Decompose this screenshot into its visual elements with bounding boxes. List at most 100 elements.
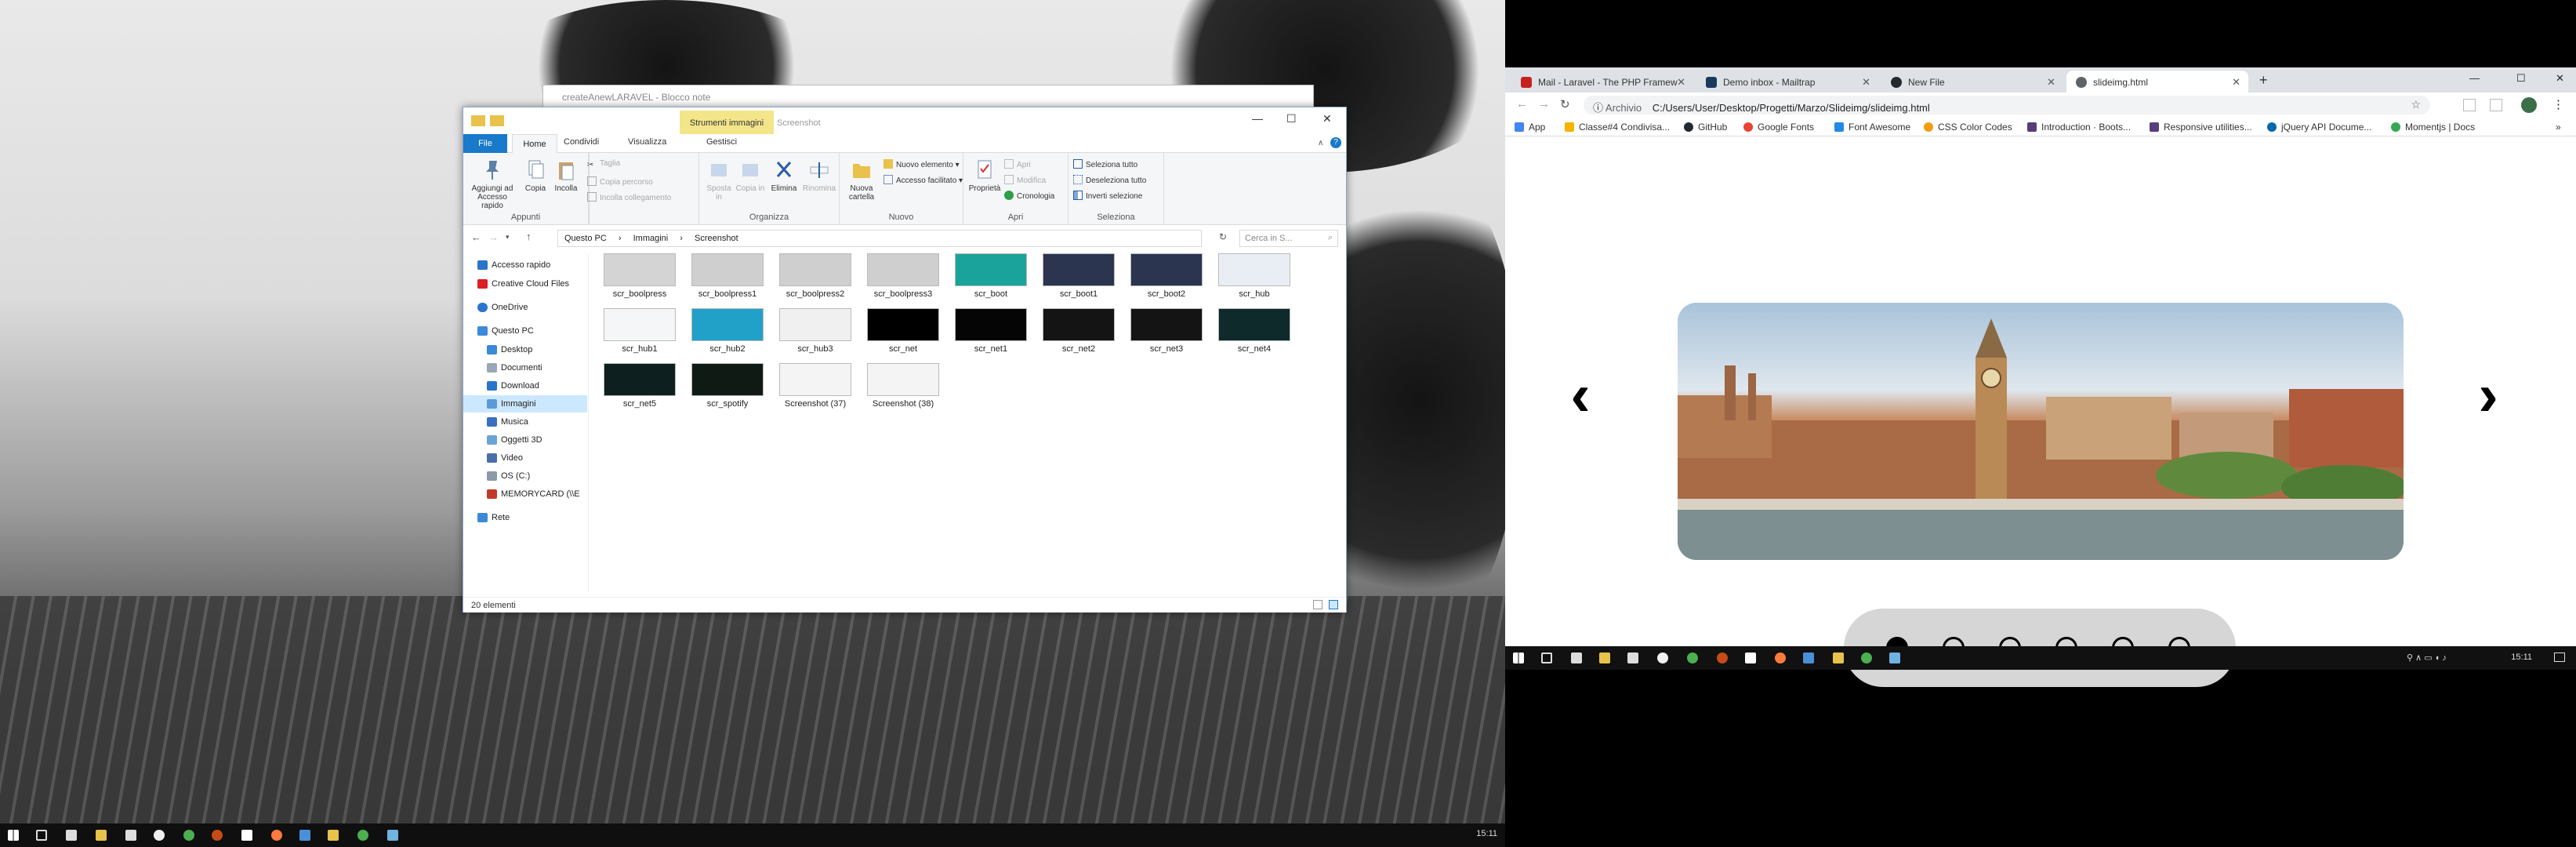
forward-arrow-icon[interactable]: → <box>1538 97 1550 111</box>
avatar[interactable] <box>2521 97 2537 113</box>
tab-file[interactable]: File <box>463 134 507 153</box>
next-arrow-icon[interactable]: › <box>2473 365 2504 427</box>
file-item[interactable]: scr_net <box>860 308 946 358</box>
bookmark-jquery[interactable]: jQuery API Docume... <box>2267 122 2371 133</box>
taskbar-clock[interactable]: 15:11 <box>1476 829 1497 838</box>
bookmark-classe4[interactable]: Classe#4 Condivisa... <box>1565 122 1670 133</box>
app-icon[interactable] <box>1861 653 1872 663</box>
select-none-button[interactable]: Deseleziona tutto <box>1073 175 1146 185</box>
delete-button[interactable]: Elimina <box>768 158 800 193</box>
paste-button[interactable]: Incolla <box>551 158 581 193</box>
close-icon[interactable]: ✕ <box>1322 112 1332 125</box>
open-button[interactable]: Apri <box>1004 159 1031 169</box>
close-tab-icon[interactable]: ✕ <box>2047 76 2055 89</box>
paste-link-button[interactable]: Incolla collegamento <box>587 192 671 202</box>
file-item[interactable]: scr_hub <box>1211 253 1297 304</box>
copy-button[interactable]: Copia <box>521 158 550 193</box>
tab-slideimg[interactable]: slideimg.html ✕ <box>2066 71 2248 93</box>
up-arrow-icon[interactable]: ↑ <box>526 231 532 242</box>
task-view-icon[interactable] <box>1541 653 1552 663</box>
tab-share[interactable]: Condividi <box>564 137 599 147</box>
close-tab-icon[interactable]: ✕ <box>1862 76 1870 89</box>
chrome-icon[interactable] <box>154 830 165 841</box>
close-icon[interactable]: ✕ <box>2556 72 2564 85</box>
breadcrumb-pictures[interactable]: Immagini <box>633 234 669 243</box>
chevron-up-icon[interactable]: ∧ <box>1318 139 1323 147</box>
tab-manage[interactable]: Gestisci <box>706 137 737 147</box>
browser-icon[interactable] <box>271 830 282 841</box>
notepad-icon[interactable] <box>1889 653 1900 663</box>
close-tab-icon[interactable]: ✕ <box>1677 76 1685 89</box>
chrome-dev-icon[interactable] <box>183 830 194 841</box>
folder-icon[interactable] <box>328 830 339 841</box>
tab-view[interactable]: Visualizza <box>628 137 666 147</box>
tab-mailtrap[interactable]: Demo inbox - Mailtrap ✕ <box>1696 71 1878 93</box>
minimize-icon[interactable]: — <box>1252 112 1263 125</box>
history-button[interactable]: Cronologia <box>1004 191 1054 201</box>
store-icon[interactable] <box>125 830 136 841</box>
nav-network[interactable]: Rete <box>463 509 587 526</box>
bookmark-momentjs[interactable]: Momentjs | Docs <box>2391 122 2475 133</box>
address-bar[interactable]: Questo PC › Immagini › Screenshot <box>557 230 1202 247</box>
maximize-icon[interactable]: ☐ <box>2516 72 2526 85</box>
file-item[interactable]: scr_hub2 <box>684 308 771 358</box>
shield-icon[interactable] <box>299 830 310 841</box>
new-tab-icon[interactable]: + <box>2259 72 2268 89</box>
file-item[interactable]: scr_boolpress3 <box>860 253 946 304</box>
easy-access-button[interactable]: Accesso facilitato ▾ <box>883 175 963 185</box>
system-tray-icons[interactable]: ⚲ ∧ ▭ ◖ ♪ <box>2407 653 2447 663</box>
new-item-button[interactable]: Nuovo elemento ▾ <box>883 159 960 169</box>
nav-3d-objects[interactable]: Oggetti 3D <box>463 431 587 449</box>
file-item[interactable]: scr_net1 <box>948 308 1034 358</box>
nav-os-drive[interactable]: OS (C:) <box>463 467 587 485</box>
properties-button[interactable]: Proprietà <box>967 158 1003 193</box>
chrome-canary-icon[interactable] <box>1717 653 1728 663</box>
tab-home[interactable]: Home <box>512 134 557 154</box>
address-bar[interactable]: ⓘ Archivio C:/Users/User/Desktop/Progett… <box>1584 96 2430 115</box>
file-explorer-icon[interactable] <box>1599 653 1610 663</box>
taskbar-clock[interactable]: 15:11 <box>2511 653 2532 662</box>
copy-path-button[interactable]: Copia percorso <box>587 176 653 187</box>
store-icon[interactable] <box>1627 653 1638 663</box>
nav-quick-access[interactable]: Accesso rapido <box>463 256 587 274</box>
maximize-icon[interactable]: ☐ <box>1286 112 1297 125</box>
mail-icon[interactable] <box>66 830 77 841</box>
file-item[interactable]: scr_spotify <box>684 363 771 413</box>
terminal-icon[interactable] <box>1745 653 1756 663</box>
file-item[interactable]: scr_boot <box>948 253 1034 304</box>
select-all-button[interactable]: Seleziona tutto <box>1073 159 1137 169</box>
app-icon[interactable] <box>357 830 368 841</box>
mail-icon[interactable] <box>1571 653 1582 663</box>
file-item[interactable]: scr_boolpress1 <box>684 253 771 304</box>
prev-arrow-icon[interactable]: ‹ <box>1565 365 1596 427</box>
nav-music[interactable]: Musica <box>463 413 587 431</box>
file-item[interactable]: Screenshot (38) <box>860 363 946 413</box>
chrome-canary-icon[interactable] <box>212 830 223 841</box>
breadcrumb-screenshot[interactable]: Screenshot <box>695 234 738 243</box>
more-bookmarks-icon[interactable]: » <box>2556 122 2561 133</box>
windows-start-icon[interactable] <box>1513 653 1524 663</box>
browser-icon[interactable] <box>1775 653 1786 663</box>
file-item[interactable]: scr_net5 <box>597 363 683 413</box>
details-view-icon[interactable] <box>1313 600 1322 609</box>
bookmark-apps[interactable]: App <box>1515 122 1545 133</box>
new-folder-button[interactable]: Nuova cartella <box>843 158 880 202</box>
large-icons-view-icon[interactable] <box>1329 600 1338 609</box>
nav-downloads[interactable]: Download <box>463 377 587 394</box>
extension-icon[interactable] <box>2463 99 2476 111</box>
nav-onedrive[interactable]: OneDrive <box>463 299 587 316</box>
nav-desktop[interactable]: Desktop <box>463 341 587 358</box>
nav-documents[interactable]: Documenti <box>463 359 587 376</box>
folder-icon[interactable] <box>1833 653 1844 663</box>
file-item[interactable]: Screenshot (37) <box>772 363 858 413</box>
file-item[interactable]: scr_net3 <box>1123 308 1210 358</box>
file-explorer-window[interactable]: Strumenti immagini Screenshot — ☐ ✕ File… <box>463 107 1347 613</box>
nav-videos[interactable]: Video <box>463 449 587 467</box>
terminal-icon[interactable] <box>241 830 252 841</box>
close-tab-icon[interactable]: ✕ <box>2232 76 2240 89</box>
breadcrumb-this-pc[interactable]: Questo PC <box>564 234 607 243</box>
file-item[interactable]: scr_hub1 <box>597 308 683 358</box>
file-item[interactable]: scr_net4 <box>1211 308 1297 358</box>
invert-selection-button[interactable]: Inverti selezione <box>1073 191 1142 201</box>
tab-mail-laravel[interactable]: Mail - Laravel - The PHP Framew ✕ <box>1511 71 1693 93</box>
